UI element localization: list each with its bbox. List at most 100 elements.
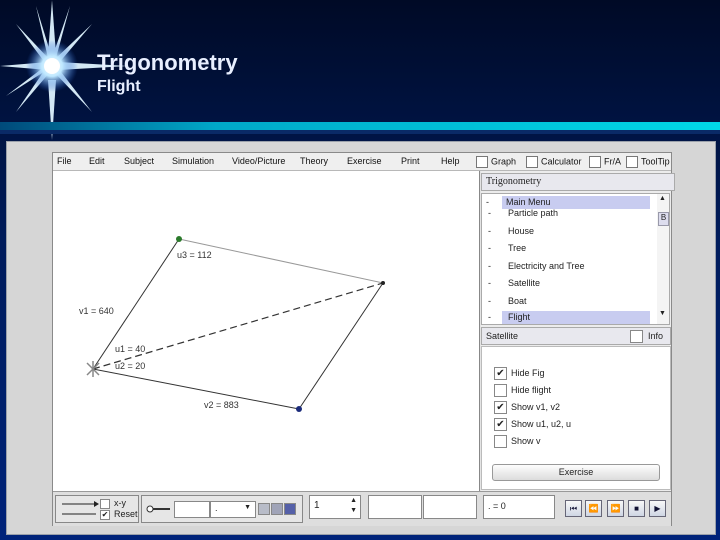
value-readout-text: . = 0 [488,501,506,511]
list-scrollbar[interactable]: ▲ B ▼ [657,193,670,325]
step-spinner[interactable]: 1 ▲ ▼ [309,495,361,519]
vector-top-edge [178,238,384,284]
color-swatch-2[interactable] [271,503,283,515]
menu-help[interactable]: Help [441,156,460,166]
toggle-graph[interactable]: Graph [476,156,516,168]
option-hide-flight[interactable]: Hide flight [494,384,551,397]
checkbox-show-v1-v2[interactable]: ✔ [494,401,507,414]
vector-v2 [92,368,300,410]
option-show-v1-v2[interactable]: ✔ Show v1, v2 [494,401,560,414]
list-item[interactable]: - Boat [488,296,527,306]
scroll-down-icon[interactable]: ▼ [658,310,667,320]
menu-list: - Main Menu - Particle path - House - Tree … [481,193,659,325]
point-bottom [296,406,302,412]
simulation-canvas[interactable]: u3 = 112 v1 = 640 u1 = 40 u2 = 20 v2 = 8… [53,171,480,491]
color-swatch-3[interactable] [284,503,296,515]
speed-controls: . ▼ [141,495,303,523]
chevron-down-icon[interactable]: ▼ [244,504,251,511]
option-show-v[interactable]: Show v [494,435,541,448]
list-item[interactable]: - Tree [488,243,526,253]
menu-theory[interactable]: Theory [300,156,328,166]
toggle-fra[interactable]: Fr/A [589,156,621,168]
label-u3: u3 = 112 [177,250,212,260]
menu-simulation[interactable]: Simulation [172,156,214,166]
graph-checkbox[interactable] [476,156,488,168]
point-right [381,281,385,285]
xy-toggle[interactable]: x-y [100,498,126,509]
list-item[interactable]: - House [488,226,534,236]
menu-bar: File Edit Subject Simulation Video/Pictu… [53,153,671,171]
list-item[interactable]: - Electricity and Tree [488,261,585,271]
option-show-u[interactable]: ✔ Show u1, u2, u [494,418,571,431]
tooltip-checkbox[interactable] [626,156,638,168]
info-label: Info [648,331,664,341]
bottom-toolbar: x-y ✔ Reset . ▼ 1 ▲ ▼ . = 0 ⏮ ⏪ ⏩ ■ ▶ [53,491,671,526]
exercise-button[interactable]: Exercise [492,464,660,481]
readout-box-2 [423,495,477,519]
label-u1: u1 = 40 [115,344,146,354]
calculator-checkbox[interactable] [526,156,538,168]
panel-title: Trigonometry [481,173,675,191]
point-top [176,236,182,242]
fra-checkbox[interactable] [589,156,601,168]
menu-print[interactable]: Print [401,156,420,166]
color-swatch-1[interactable] [258,503,270,515]
dropdown-value: . [215,503,218,513]
menu-subject[interactable]: Subject [124,156,154,166]
skip-back-icon[interactable]: ⏮ [565,500,582,517]
toggle-tooltip[interactable]: ToolTip [626,156,670,168]
checkbox-hide-flight[interactable] [494,384,507,397]
option-hide-fig[interactable]: ✔ Hide Fig [494,367,545,380]
xy-checkbox[interactable] [100,498,110,509]
list-header-dash: - [486,197,489,207]
list-item-main-menu[interactable]: Main Menu [506,197,551,207]
speed-input[interactable] [174,501,210,518]
arrow-legend-icon [62,501,99,515]
vector-right-edge [298,282,384,410]
slider-icon[interactable] [144,496,172,522]
label-u2: u2 = 20 [115,361,146,371]
checkbox-hide-fig[interactable]: ✔ [494,367,507,380]
spinner-down-icon[interactable]: ▼ [350,507,357,514]
slide-title: Trigonometry [97,50,238,75]
menu-video-picture[interactable]: Video/Picture [232,156,285,166]
toggle-tooltip-label: ToolTip [641,156,670,167]
section-bar: Satellite Info [481,327,671,345]
forward-icon[interactable]: ⏩ [607,500,624,517]
section-label: Satellite [486,331,519,341]
scroll-up-icon[interactable]: ▲ [658,195,667,205]
spinner-value: 1 [314,500,320,511]
speed-dropdown[interactable]: . ▼ [210,501,256,518]
toggle-fra-label: Fr/A [604,156,621,167]
flight-diagram [86,236,385,412]
play-icon[interactable]: ▶ [649,500,666,517]
toggle-calculator[interactable]: Calculator [526,156,582,168]
spinner-up-icon[interactable]: ▲ [350,497,357,504]
vector-legend: x-y ✔ Reset [55,495,139,523]
rewind-icon[interactable]: ⏪ [585,500,602,517]
scroll-thumb[interactable]: B [658,212,669,226]
menu-file[interactable]: File [57,156,72,166]
label-v1: v1 = 640 [79,306,114,316]
list-item-flight[interactable]: - Flight [488,312,530,322]
toggle-calculator-label: Calculator [541,156,582,167]
menu-exercise[interactable]: Exercise [347,156,382,166]
vector-resultant [92,282,384,370]
title-divider [0,122,720,130]
checkbox-show-v[interactable] [494,435,507,448]
menu-edit[interactable]: Edit [89,156,105,166]
reset-checkbox[interactable]: ✔ [100,509,110,520]
toggle-graph-label: Graph [491,156,517,167]
app-window: File Edit Subject Simulation Video/Pictu… [52,152,675,526]
list-item[interactable]: - Satellite [488,278,540,288]
list-item[interactable]: - Particle path [488,208,558,218]
reset-toggle[interactable]: ✔ Reset [100,509,138,520]
options-panel: ✔ Hide Fig Hide flight ✔ Show v1, v2 ✔ Show… [481,346,671,490]
title-divider-shadow [0,130,720,134]
checkbox-show-u[interactable]: ✔ [494,418,507,431]
stop-icon[interactable]: ■ [628,500,645,517]
readout-box-1 [368,495,422,519]
value-readout: . = 0 [483,495,555,519]
info-checkbox[interactable] [630,330,643,343]
right-panel: Trigonometry - Main Menu - Particle path … [481,171,675,491]
